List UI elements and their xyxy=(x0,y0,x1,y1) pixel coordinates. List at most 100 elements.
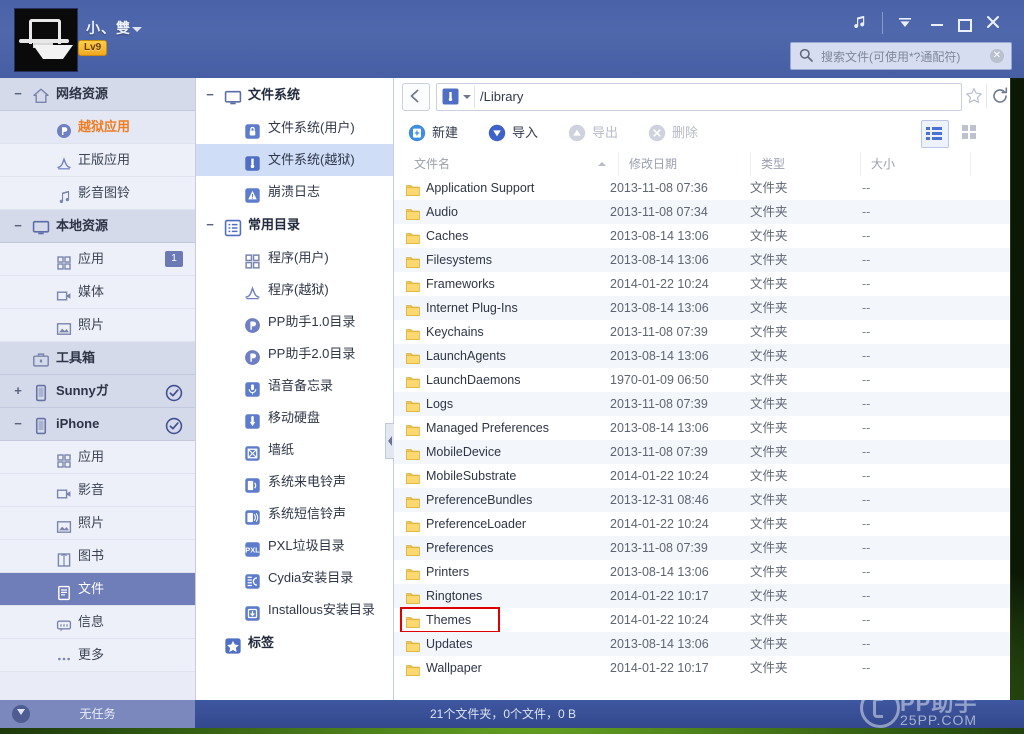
table-row[interactable]: Updates 2013-08-14 13:06 文件夹 -- xyxy=(394,632,1010,656)
path-field[interactable]: /Library xyxy=(436,83,962,111)
tree-item-1-1[interactable]: 程序(越狱) xyxy=(196,274,393,306)
expand-toggle-icon[interactable]: − xyxy=(12,78,24,110)
close-button[interactable] xyxy=(980,12,1006,36)
expand-toggle-icon[interactable]: − xyxy=(12,408,24,440)
column-header-type[interactable]: 类型 xyxy=(750,152,860,176)
sidebar-group-2[interactable]: 工具箱 xyxy=(0,342,195,375)
tree-group-0[interactable]: − 文件系统 xyxy=(196,78,393,112)
file-type: 文件夹 xyxy=(750,421,788,435)
import-icon xyxy=(488,124,506,142)
table-row[interactable]: Managed Preferences 2013-08-14 13:06 文件夹 -- xyxy=(394,416,1010,440)
tree-item-1-6[interactable]: 墙纸 xyxy=(196,434,393,466)
menu-chevron-icon[interactable] xyxy=(892,12,918,36)
sidebar-item-1-0[interactable]: 应用 1 xyxy=(0,243,195,276)
table-row[interactable]: MobileSubstrate 2014-01-22 10:24 文件夹 -- xyxy=(394,464,1010,488)
folder-icon xyxy=(406,661,420,676)
sidebar-item-0-1[interactable]: 正版应用 xyxy=(0,144,195,177)
table-row[interactable]: Logs 2013-11-08 07:39 文件夹 -- xyxy=(394,392,1010,416)
sidebar-item-4-1[interactable]: 影音 xyxy=(0,474,195,507)
tree-item-0-0[interactable]: 文件系统(用户) xyxy=(196,112,393,144)
table-row[interactable]: LaunchAgents 2013-08-14 13:06 文件夹 -- xyxy=(394,344,1010,368)
table-row[interactable]: Keychains 2013-11-08 07:39 文件夹 -- xyxy=(394,320,1010,344)
tree-item-1-10[interactable]: Cydia安装目录 xyxy=(196,562,393,594)
table-row[interactable]: PreferenceBundles 2013-12-31 08:46 文件夹 -- xyxy=(394,488,1010,512)
file-size: -- xyxy=(862,661,871,675)
tree-item-1-11[interactable]: Installous安装目录 xyxy=(196,594,393,626)
tree-item-1-8[interactable]: 系统短信铃声 xyxy=(196,498,393,530)
column-header-name[interactable]: 文件名 xyxy=(402,152,618,176)
sidebar-item-4-2[interactable]: 照片 xyxy=(0,507,195,540)
sidebar-group-0[interactable]: − 网络资源 xyxy=(0,78,195,111)
table-row[interactable]: Preferences 2013-11-08 07:39 文件夹 -- xyxy=(394,536,1010,560)
column-header-size[interactable]: 大小 xyxy=(860,152,970,176)
table-row[interactable]: Audio 2013-11-08 07:34 文件夹 -- xyxy=(394,200,1010,224)
tree-item-1-5[interactable]: 移动硬盘 xyxy=(196,402,393,434)
expand-toggle-icon[interactable]: − xyxy=(204,208,216,242)
check-circle-icon[interactable] xyxy=(165,415,183,435)
tree-group-2[interactable]: 标签 xyxy=(196,626,393,660)
tree-item-1-7[interactable]: 系统来电铃声 xyxy=(196,466,393,498)
minimize-button[interactable] xyxy=(924,12,950,36)
username-label[interactable]: 小、雙 xyxy=(86,18,131,38)
sidebar-item-4-3[interactable]: 图书 xyxy=(0,540,195,573)
table-row[interactable]: Internet Plug-Ins 2013-08-14 13:06 文件夹 -- xyxy=(394,296,1010,320)
avatar[interactable] xyxy=(14,8,78,72)
table-row[interactable]: Application Support 2013-11-08 07:36 文件夹 -- xyxy=(394,176,1010,200)
expand-toggle-icon[interactable]: − xyxy=(204,78,216,112)
sidebar-group-3[interactable]: + Sunnyガ xyxy=(0,375,195,408)
tree-item-1-3[interactable]: PP助手2.0目录 xyxy=(196,338,393,370)
sidebar-item-0-0[interactable]: 越狱应用 xyxy=(0,111,195,144)
tree-item-1-2[interactable]: PP助手1.0目录 xyxy=(196,306,393,338)
tree-item-label: 崩溃日志 xyxy=(268,184,321,199)
music-icon[interactable] xyxy=(846,12,872,36)
path-dropdown-icon[interactable] xyxy=(463,95,471,99)
table-row[interactable]: PreferenceLoader 2014-01-22 10:24 文件夹 -- xyxy=(394,512,1010,536)
file-type: 文件夹 xyxy=(750,205,788,219)
tree-item-1-9[interactable]: PXL PXL垃圾目录 xyxy=(196,530,393,562)
sidebar-item-1-2[interactable]: 照片 xyxy=(0,309,195,342)
table-row[interactable]: Caches 2013-08-14 13:06 文件夹 -- xyxy=(394,224,1010,248)
clear-search-icon[interactable]: ✕ xyxy=(990,49,1004,63)
file-name: PreferenceBundles xyxy=(426,493,533,507)
sidebar-item-1-1[interactable]: 媒体 xyxy=(0,276,195,309)
expand-toggle-icon[interactable]: + xyxy=(12,375,24,407)
search-input[interactable] xyxy=(819,43,985,71)
grid-view-icon[interactable] xyxy=(957,120,983,146)
table-row[interactable]: Filesystems 2013-08-14 13:06 文件夹 -- xyxy=(394,248,1010,272)
table-row[interactable]: Frameworks 2014-01-22 10:24 文件夹 -- xyxy=(394,272,1010,296)
tree-item-label: 文件系统(用户) xyxy=(268,120,355,135)
tree-item-1-4[interactable]: 语音备忘录 xyxy=(196,370,393,402)
list-view-icon[interactable] xyxy=(921,120,949,148)
sidebar-item-0-2[interactable]: 影音图铃 xyxy=(0,177,195,210)
table-row[interactable]: LaunchDaemons 1970-01-09 06:50 文件夹 -- xyxy=(394,368,1010,392)
tree-item-0-1[interactable]: 文件系统(越狱) xyxy=(196,144,393,176)
sidebar-item-4-0[interactable]: 应用 xyxy=(0,441,195,474)
column-header-date[interactable]: 修改日期 xyxy=(618,152,750,176)
expand-toggle-icon[interactable]: − xyxy=(12,210,24,242)
table-row[interactable]: Themes 2014-01-22 10:24 文件夹 -- xyxy=(394,608,1010,632)
table-row[interactable]: Ringtones 2014-01-22 10:17 文件夹 -- xyxy=(394,584,1010,608)
search-box[interactable]: ✕ xyxy=(790,42,1012,71)
sidebar-item-4-5[interactable]: 信息 xyxy=(0,606,195,639)
check-circle-icon[interactable] xyxy=(165,382,183,402)
back-arrow-icon[interactable] xyxy=(402,83,430,111)
tree-item-1-0[interactable]: 程序(用户) xyxy=(196,242,393,274)
tree-item-label: 语音备忘录 xyxy=(268,378,334,393)
sidebar-group-1[interactable]: − 本地资源 xyxy=(0,210,195,243)
file-list[interactable]: Application Support 2013-11-08 07:36 文件夹 --… xyxy=(394,176,1010,700)
reload-icon[interactable] xyxy=(990,86,1010,106)
chevron-down-icon[interactable] xyxy=(132,27,142,32)
table-row[interactable]: Wallpaper 2014-01-22 10:17 文件夹 -- xyxy=(394,656,1010,680)
tree-item-0-2[interactable]: 崩溃日志 xyxy=(196,176,393,208)
star-outline-icon[interactable] xyxy=(964,86,984,106)
table-row[interactable]: MobileDevice 2013-11-08 07:39 文件夹 -- xyxy=(394,440,1010,464)
sidebar-item-4-4[interactable]: 文件 xyxy=(0,573,195,606)
pxl-icon: PXL xyxy=(244,538,261,557)
tree-group-1[interactable]: − 常用目录 xyxy=(196,208,393,242)
table-row[interactable]: Printers 2013-08-14 13:06 文件夹 -- xyxy=(394,560,1010,584)
sidebar-group-4[interactable]: − iPhone xyxy=(0,408,195,441)
sidebar-item-4-6[interactable]: 更多 xyxy=(0,639,195,672)
collapse-tree-handle[interactable] xyxy=(385,423,394,459)
maximize-button[interactable] xyxy=(952,12,978,36)
sidebar-item-label: 图书 xyxy=(78,548,105,563)
